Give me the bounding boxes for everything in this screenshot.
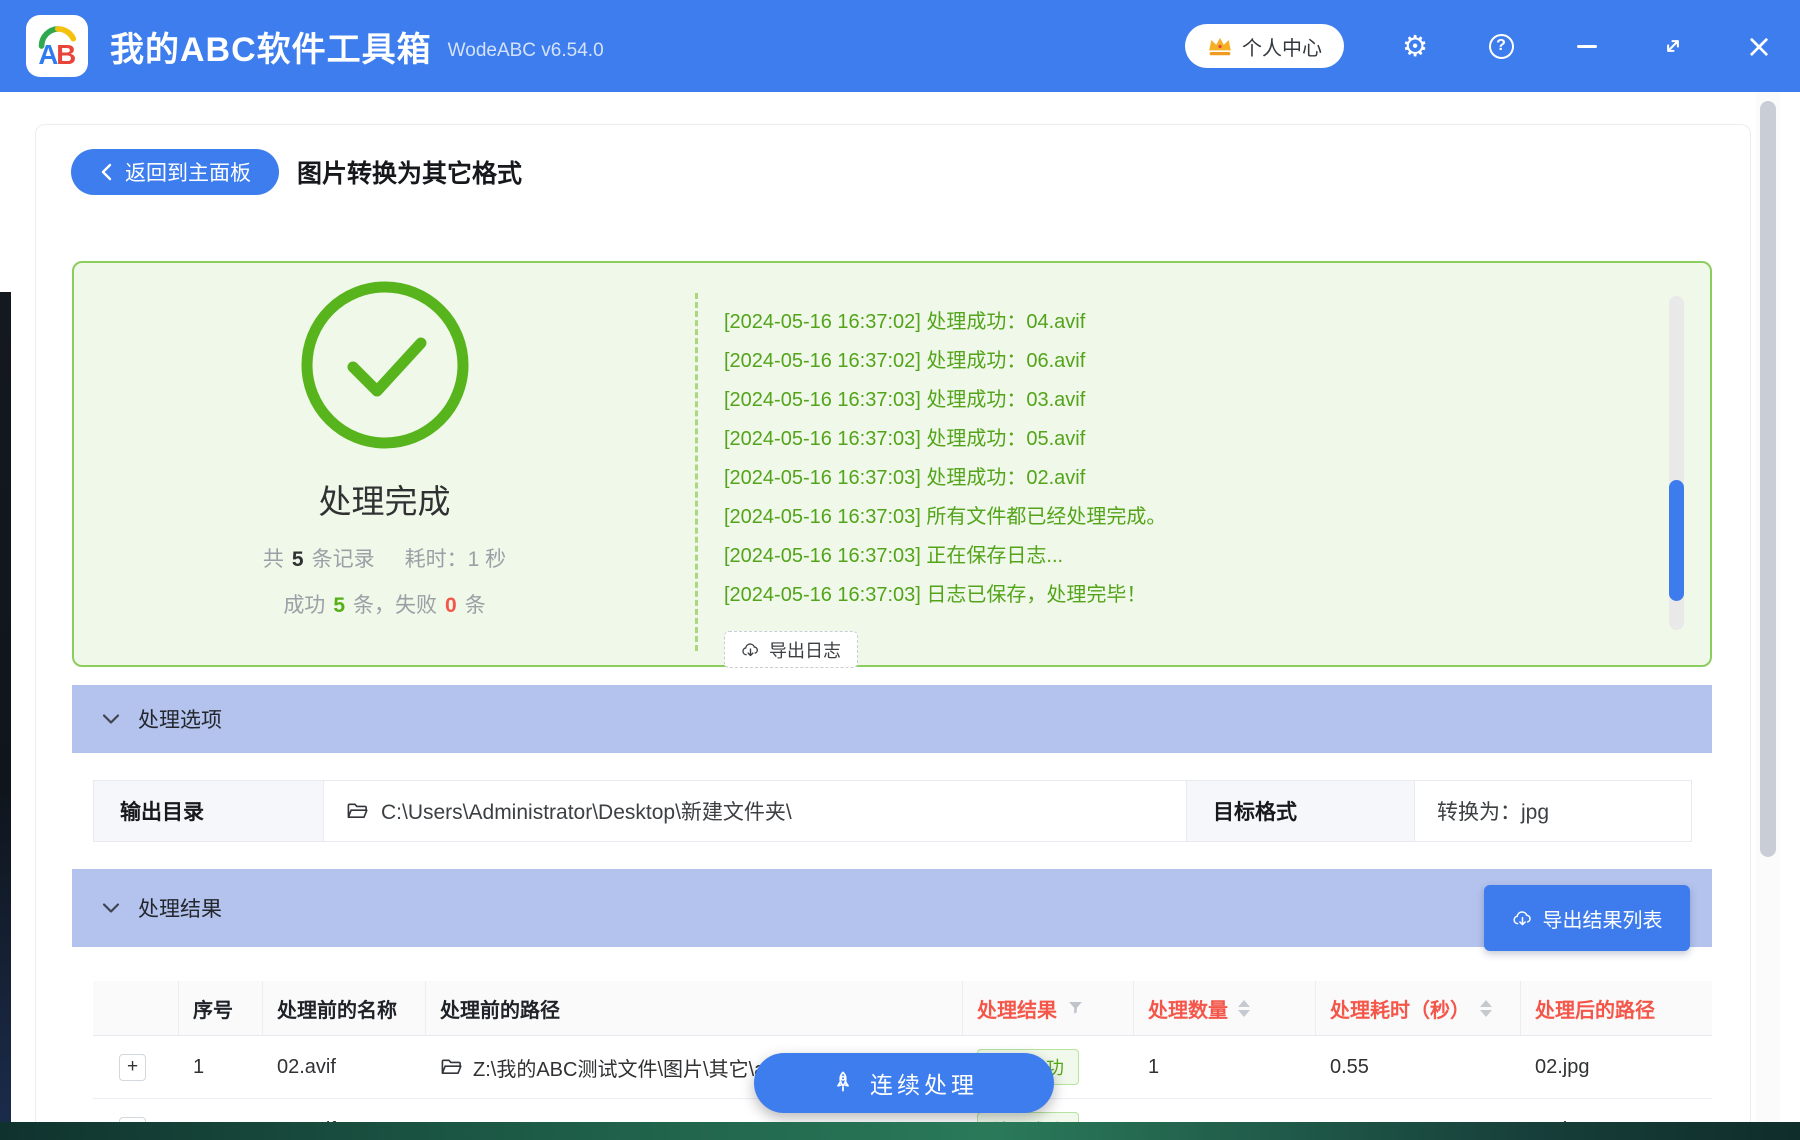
user-center-label: 个人中心: [1242, 37, 1322, 60]
close-icon: ×: [1745, 27, 1773, 65]
settings-button[interactable]: ⚙: [1400, 31, 1430, 61]
column-header-result[interactable]: 处理结果: [963, 981, 1134, 1035]
close-button[interactable]: ×: [1744, 27, 1774, 65]
cell-name: 02.avif: [277, 1055, 336, 1078]
crown-icon: [1209, 37, 1231, 56]
log-line: [2024-05-16 16:37:03] 处理成功：05.avif: [724, 428, 1086, 450]
column-header-name: 处理前的名称: [263, 981, 426, 1035]
gear-icon: ⚙: [1402, 28, 1428, 63]
user-center-button[interactable]: 个人中心: [1185, 24, 1344, 68]
log-line: [2024-05-16 16:37:03] 处理成功：02.avif: [724, 467, 1086, 489]
output-dir-label: 输出目录: [94, 781, 324, 841]
success-check-icon: [301, 281, 468, 449]
page-title: 图片转换为其它格式: [297, 160, 523, 188]
cell-index: 1: [193, 1055, 205, 1078]
options-section-header[interactable]: 处理选项: [72, 685, 1712, 753]
export-result-list-label: 导出结果列表: [1542, 909, 1663, 932]
table-header-row: 序号 处理前的名称 处理前的路径 处理结果 处理数量 处理耗时（秒） 处理后的路…: [93, 981, 1712, 1036]
target-format-label: 目标格式: [1187, 781, 1415, 841]
process-log-area: [2024-05-16 16:37:02] 处理成功：04.avif [2024…: [695, 293, 1710, 668]
maximize-icon: [1667, 40, 1679, 52]
folder-icon: [441, 1059, 462, 1075]
total-count: 5: [291, 548, 304, 571]
back-to-main-button[interactable]: 返回到主面板: [71, 149, 279, 195]
results-section-header[interactable]: 处理结果: [72, 869, 1712, 947]
chevron-left-icon: [101, 163, 112, 181]
folder-icon: [347, 803, 368, 819]
cloud-download-icon: [1512, 911, 1531, 926]
minimize-icon: [1577, 44, 1597, 48]
log-line: [2024-05-16 16:37:03] 日志已保存，处理完毕！: [724, 584, 1147, 606]
export-log-button[interactable]: 导出日志: [724, 631, 858, 668]
rocket-icon: [837, 1071, 849, 1092]
success-count: 5: [333, 594, 345, 617]
log-scrollbar-track[interactable]: [1669, 296, 1684, 630]
window-scrollbar-track[interactable]: [1756, 92, 1780, 1140]
cloud-download-icon: [742, 643, 758, 657]
cell-out-path: 02.jpg: [1535, 1055, 1590, 1078]
logo-letter-b: B: [56, 39, 76, 70]
expand-row-button[interactable]: +: [119, 1053, 146, 1081]
logo-letter-a: A: [38, 39, 58, 70]
app-logo-icon: A B: [26, 15, 88, 77]
success-mid: 条，失败: [353, 594, 437, 617]
cell-count: 1: [1148, 1055, 1160, 1078]
chevron-down-icon: [102, 714, 120, 724]
record-summary: 共 5 条记录 耗时：1 秒: [263, 543, 506, 573]
log-line: [2024-05-16 16:37:02] 处理成功：06.avif: [724, 350, 1086, 372]
app-title: 我的ABC软件工具箱: [110, 30, 432, 69]
total-prefix: 共: [262, 548, 284, 571]
output-dir-value-cell: C:\Users\Administrator\Desktop\新建文件夹\: [324, 781, 1187, 841]
fail-suffix: 条: [464, 594, 486, 617]
filter-icon[interactable]: [1067, 1000, 1084, 1016]
success-fail-summary: 成功 5 条，失败 0 条: [283, 589, 485, 619]
success-prefix: 成功: [283, 594, 326, 617]
export-result-list-button[interactable]: 导出结果列表: [1484, 885, 1690, 951]
output-dir-value: C:\Users\Administrator\Desktop\新建文件夹\: [381, 801, 792, 824]
options-row: 输出目录 C:\Users\Administrator\Desktop\新建文件…: [93, 780, 1692, 842]
log-line: [2024-05-16 16:37:02] 处理成功：04.avif: [724, 311, 1086, 333]
log-line: [2024-05-16 16:37:03] 正在保存日志...: [724, 545, 1064, 567]
column-header-index: 序号: [179, 981, 263, 1035]
window-scrollbar-thumb[interactable]: [1760, 101, 1776, 857]
minimize-button[interactable]: [1572, 31, 1602, 61]
sort-icon[interactable]: [1238, 999, 1250, 1017]
sort-icon[interactable]: [1480, 999, 1492, 1017]
fail-count: 0: [445, 594, 457, 617]
continue-processing-label: 连续处理: [870, 1072, 978, 1098]
desktop-edge-bottom: [0, 1122, 1800, 1140]
cell-time: 0.55: [1330, 1055, 1369, 1078]
options-section-title: 处理选项: [138, 709, 222, 732]
process-result-panel: 处理完成 共 5 条记录 耗时：1 秒 成功 5 条，失败 0 条 [2024-…: [72, 261, 1712, 668]
column-header-expand: [93, 981, 179, 1035]
app-version: WodeABC v6.54.0: [447, 40, 604, 61]
elapsed-time: 耗时：1 秒: [404, 548, 507, 571]
log-line: [2024-05-16 16:37:03] 处理成功：03.avif: [724, 389, 1086, 411]
help-icon: ?: [1488, 33, 1514, 59]
result-summary-column: 处理完成 共 5 条记录 耗时：1 秒 成功 5 条，失败 0 条: [74, 263, 695, 665]
desktop-edge-left: [0, 292, 11, 1122]
column-header-path: 处理前的路径: [426, 981, 963, 1035]
column-header-count[interactable]: 处理数量: [1134, 981, 1316, 1035]
page-header-row: 返回到主面板 图片转换为其它格式: [71, 149, 522, 195]
column-header-out-path: 处理后的路径: [1535, 999, 1655, 1022]
column-header-time[interactable]: 处理耗时（秒）: [1316, 981, 1521, 1035]
back-button-label: 返回到主面板: [125, 162, 251, 185]
status-title: 处理完成: [318, 483, 451, 520]
continue-processing-button[interactable]: 连续处理: [754, 1053, 1054, 1113]
log-scrollbar-thumb[interactable]: [1669, 480, 1684, 601]
main-content-card: 返回到主面板 图片转换为其它格式 处理完成 共 5 条记录 耗时：1 秒 成功 …: [35, 124, 1751, 1140]
maximize-button[interactable]: [1658, 31, 1688, 61]
help-button[interactable]: ?: [1486, 31, 1516, 61]
target-format-value: 转换为：jpg: [1437, 801, 1550, 824]
results-section-title: 处理结果: [138, 898, 222, 921]
total-suffix: 条记录: [311, 548, 375, 571]
titlebar: A B 我的ABC软件工具箱 WodeABC v6.54.0 个人中心 ⚙ ? …: [0, 0, 1800, 92]
export-log-label: 导出日志: [769, 640, 841, 661]
chevron-down-icon: [102, 903, 120, 913]
log-line: [2024-05-16 16:37:03] 所有文件都已经处理完成。: [724, 506, 1167, 528]
